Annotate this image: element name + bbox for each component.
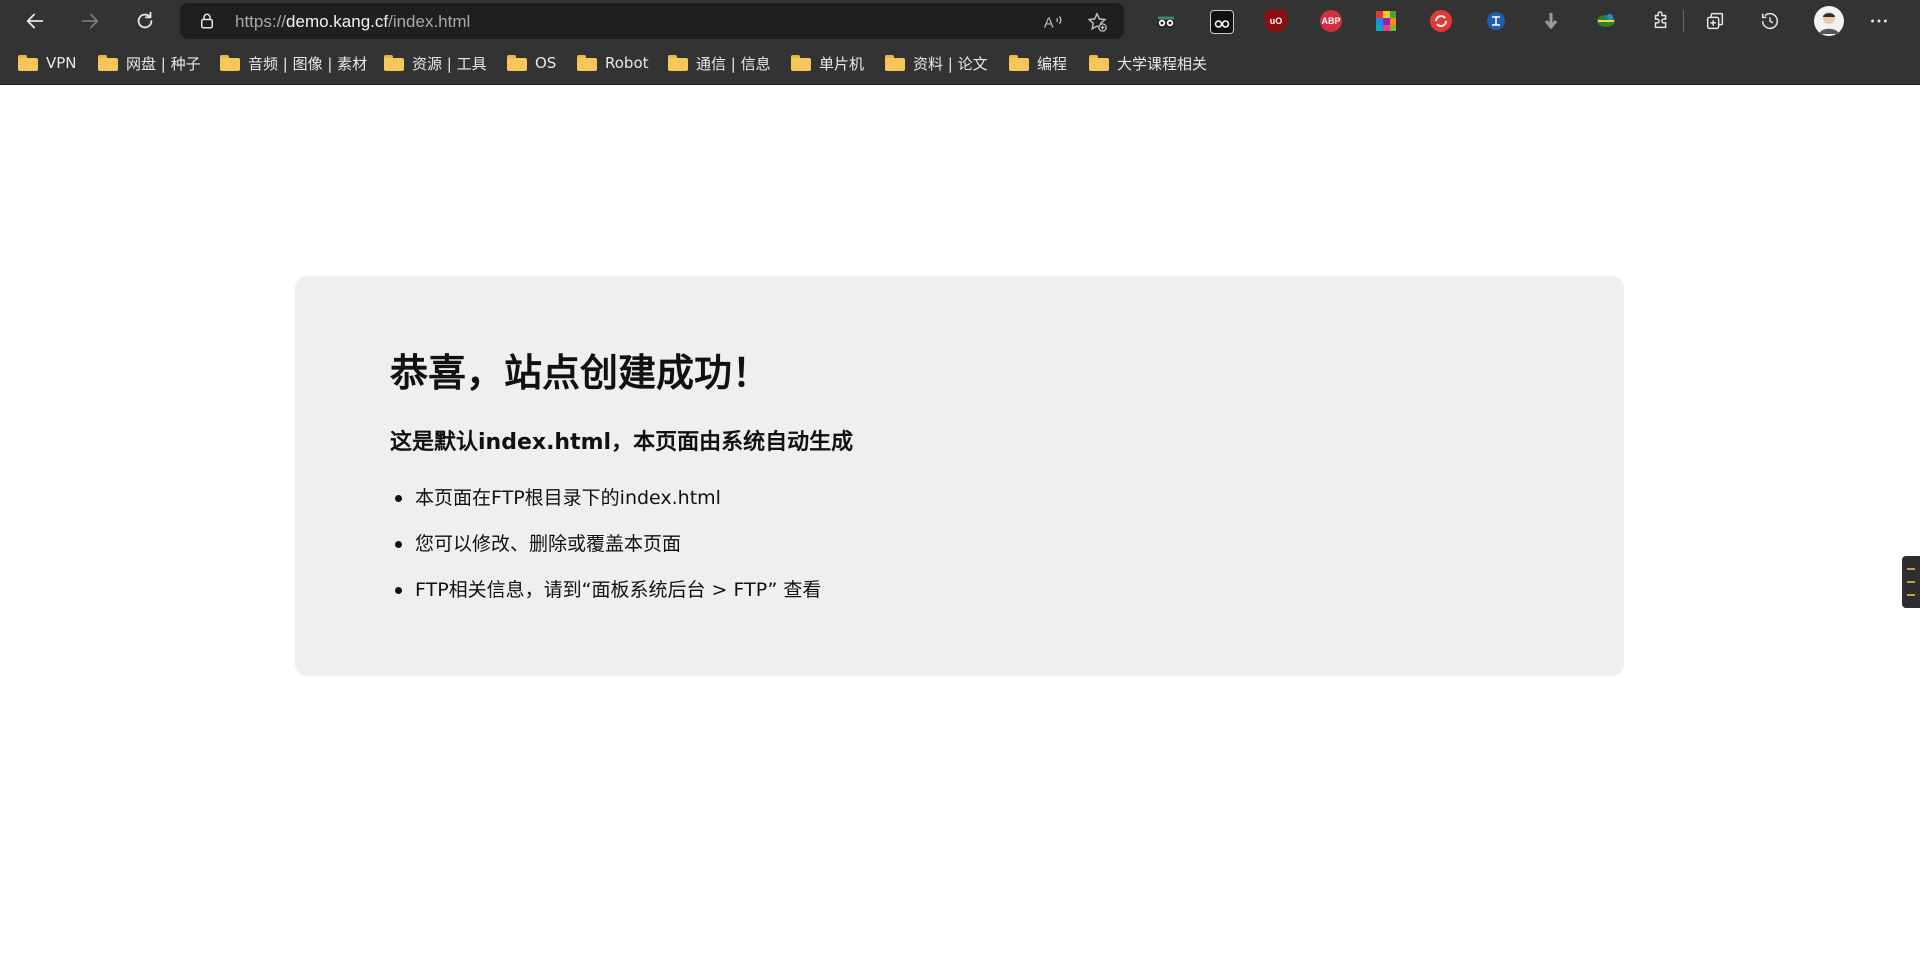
- folder-icon: [98, 55, 118, 71]
- extensions-bar: uO ABP: [1140, 0, 1920, 42]
- address-bar[interactable]: https://demo.kang.cf/index.html A: [180, 3, 1124, 39]
- bookmark-folder[interactable]: OS: [507, 51, 556, 75]
- side-panel-toggle[interactable]: [1902, 556, 1920, 608]
- reload-button[interactable]: [125, 3, 165, 39]
- reload-icon: [137, 11, 153, 29]
- url-host: demo.kang.cf: [286, 12, 389, 31]
- folder-icon: [1009, 55, 1029, 71]
- bookmark-label: 通信 | 信息: [696, 54, 771, 73]
- info-list: 本页面在FTP根目录下的index.html 您可以修改、删除或覆盖本页面 FT…: [390, 484, 821, 622]
- folder-icon: [18, 55, 38, 71]
- folder-icon: [668, 55, 688, 71]
- tampermonkey-icon[interactable]: [1210, 10, 1234, 34]
- download-extension-icon[interactable]: [1540, 10, 1562, 32]
- back-button[interactable]: [15, 3, 55, 39]
- bookmark-label: 编程: [1037, 54, 1068, 73]
- more-menu-icon[interactable]: [1868, 10, 1890, 32]
- bookmark-label: 大学课程相关: [1117, 54, 1208, 73]
- read-aloud-icon[interactable]: A: [1042, 11, 1064, 33]
- list-item: 本页面在FTP根目录下的index.html: [394, 484, 821, 530]
- list-item: 您可以修改、删除或覆盖本页面: [394, 530, 821, 576]
- folder-icon: [220, 55, 240, 71]
- bookmark-label: 资源 | 工具: [412, 54, 487, 73]
- color-palette-extension-icon[interactable]: [1375, 10, 1397, 32]
- folder-icon: [384, 55, 404, 71]
- bookmark-folder[interactable]: 资源 | 工具: [384, 51, 487, 75]
- bookmark-label: 资料 | 论文: [913, 54, 988, 73]
- collections-icon[interactable]: [1704, 10, 1726, 32]
- folder-icon: [507, 55, 527, 71]
- list-item: FTP相关信息，请到“面板系统后台 > FTP” 查看: [394, 576, 821, 622]
- page-title: 恭喜，站点创建成功！: [390, 351, 771, 395]
- grip-line: [1907, 581, 1915, 583]
- bookmark-folder[interactable]: 编程: [1009, 51, 1067, 75]
- welcome-card: 恭喜，站点创建成功！ 这是默认index.html，本页面由系统自动生成 本页面…: [295, 276, 1624, 676]
- bookmark-label: OS: [535, 54, 557, 72]
- grip-line: [1907, 594, 1915, 596]
- bookmark-label: 网盘 | 种子: [126, 54, 201, 73]
- lock-icon[interactable]: [198, 12, 216, 30]
- bookmark-label: 音频 | 图像 | 素材: [248, 54, 368, 73]
- bookmark-folder[interactable]: 网盘 | 种子: [98, 51, 201, 75]
- translate-extension-icon[interactable]: [1485, 10, 1507, 32]
- profile-avatar-icon[interactable]: [1814, 6, 1844, 36]
- url-path: /index.html: [388, 12, 471, 31]
- svg-text:A: A: [1044, 16, 1054, 32]
- folder-icon: [885, 55, 905, 71]
- bookmark-label: 单片机: [819, 54, 865, 73]
- toolbar-separator: [1683, 10, 1684, 32]
- bookmark-folder[interactable]: 大学课程相关: [1089, 51, 1207, 75]
- folder-icon: [1089, 55, 1109, 71]
- bookmark-folder[interactable]: 通信 | 信息: [668, 51, 771, 75]
- grip-line: [1907, 568, 1915, 570]
- arrow-right-icon: [81, 13, 99, 29]
- ublock-origin-icon[interactable]: uO: [1265, 10, 1287, 32]
- spy-glasses-extension-icon[interactable]: [1155, 10, 1177, 32]
- bookmark-folder[interactable]: Robot: [577, 51, 649, 75]
- bookmarks-bar: VPN 网盘 | 种子 音频 | 图像 | 素材 资源 | 工具 OS Robo…: [0, 42, 1920, 85]
- history-icon[interactable]: [1759, 10, 1781, 32]
- browser-toolbar: https://demo.kang.cf/index.html A uO ABP: [0, 0, 1920, 42]
- adblock-plus-icon[interactable]: ABP: [1320, 10, 1342, 32]
- page-subtitle: 这是默认index.html，本页面由系统自动生成: [390, 430, 854, 455]
- bookmark-label: VPN: [46, 54, 77, 72]
- extensions-puzzle-icon[interactable]: [1650, 10, 1672, 32]
- arrow-left-icon: [26, 13, 44, 29]
- url-text[interactable]: https://demo.kang.cf/index.html: [235, 12, 470, 32]
- folder-icon: [791, 55, 811, 71]
- sync-extension-icon[interactable]: [1430, 10, 1452, 32]
- bookmark-folder[interactable]: 资料 | 论文: [885, 51, 988, 75]
- earth-extension-icon[interactable]: [1595, 10, 1617, 32]
- url-scheme: https://: [235, 12, 287, 31]
- bookmark-folder[interactable]: VPN: [18, 51, 77, 75]
- bookmark-folder[interactable]: 单片机: [791, 51, 864, 75]
- bookmark-label: Robot: [605, 54, 649, 72]
- bookmark-folder[interactable]: 音频 | 图像 | 素材: [220, 51, 367, 75]
- forward-button[interactable]: [70, 3, 110, 39]
- folder-icon: [577, 55, 597, 71]
- add-favorite-icon[interactable]: [1086, 11, 1108, 33]
